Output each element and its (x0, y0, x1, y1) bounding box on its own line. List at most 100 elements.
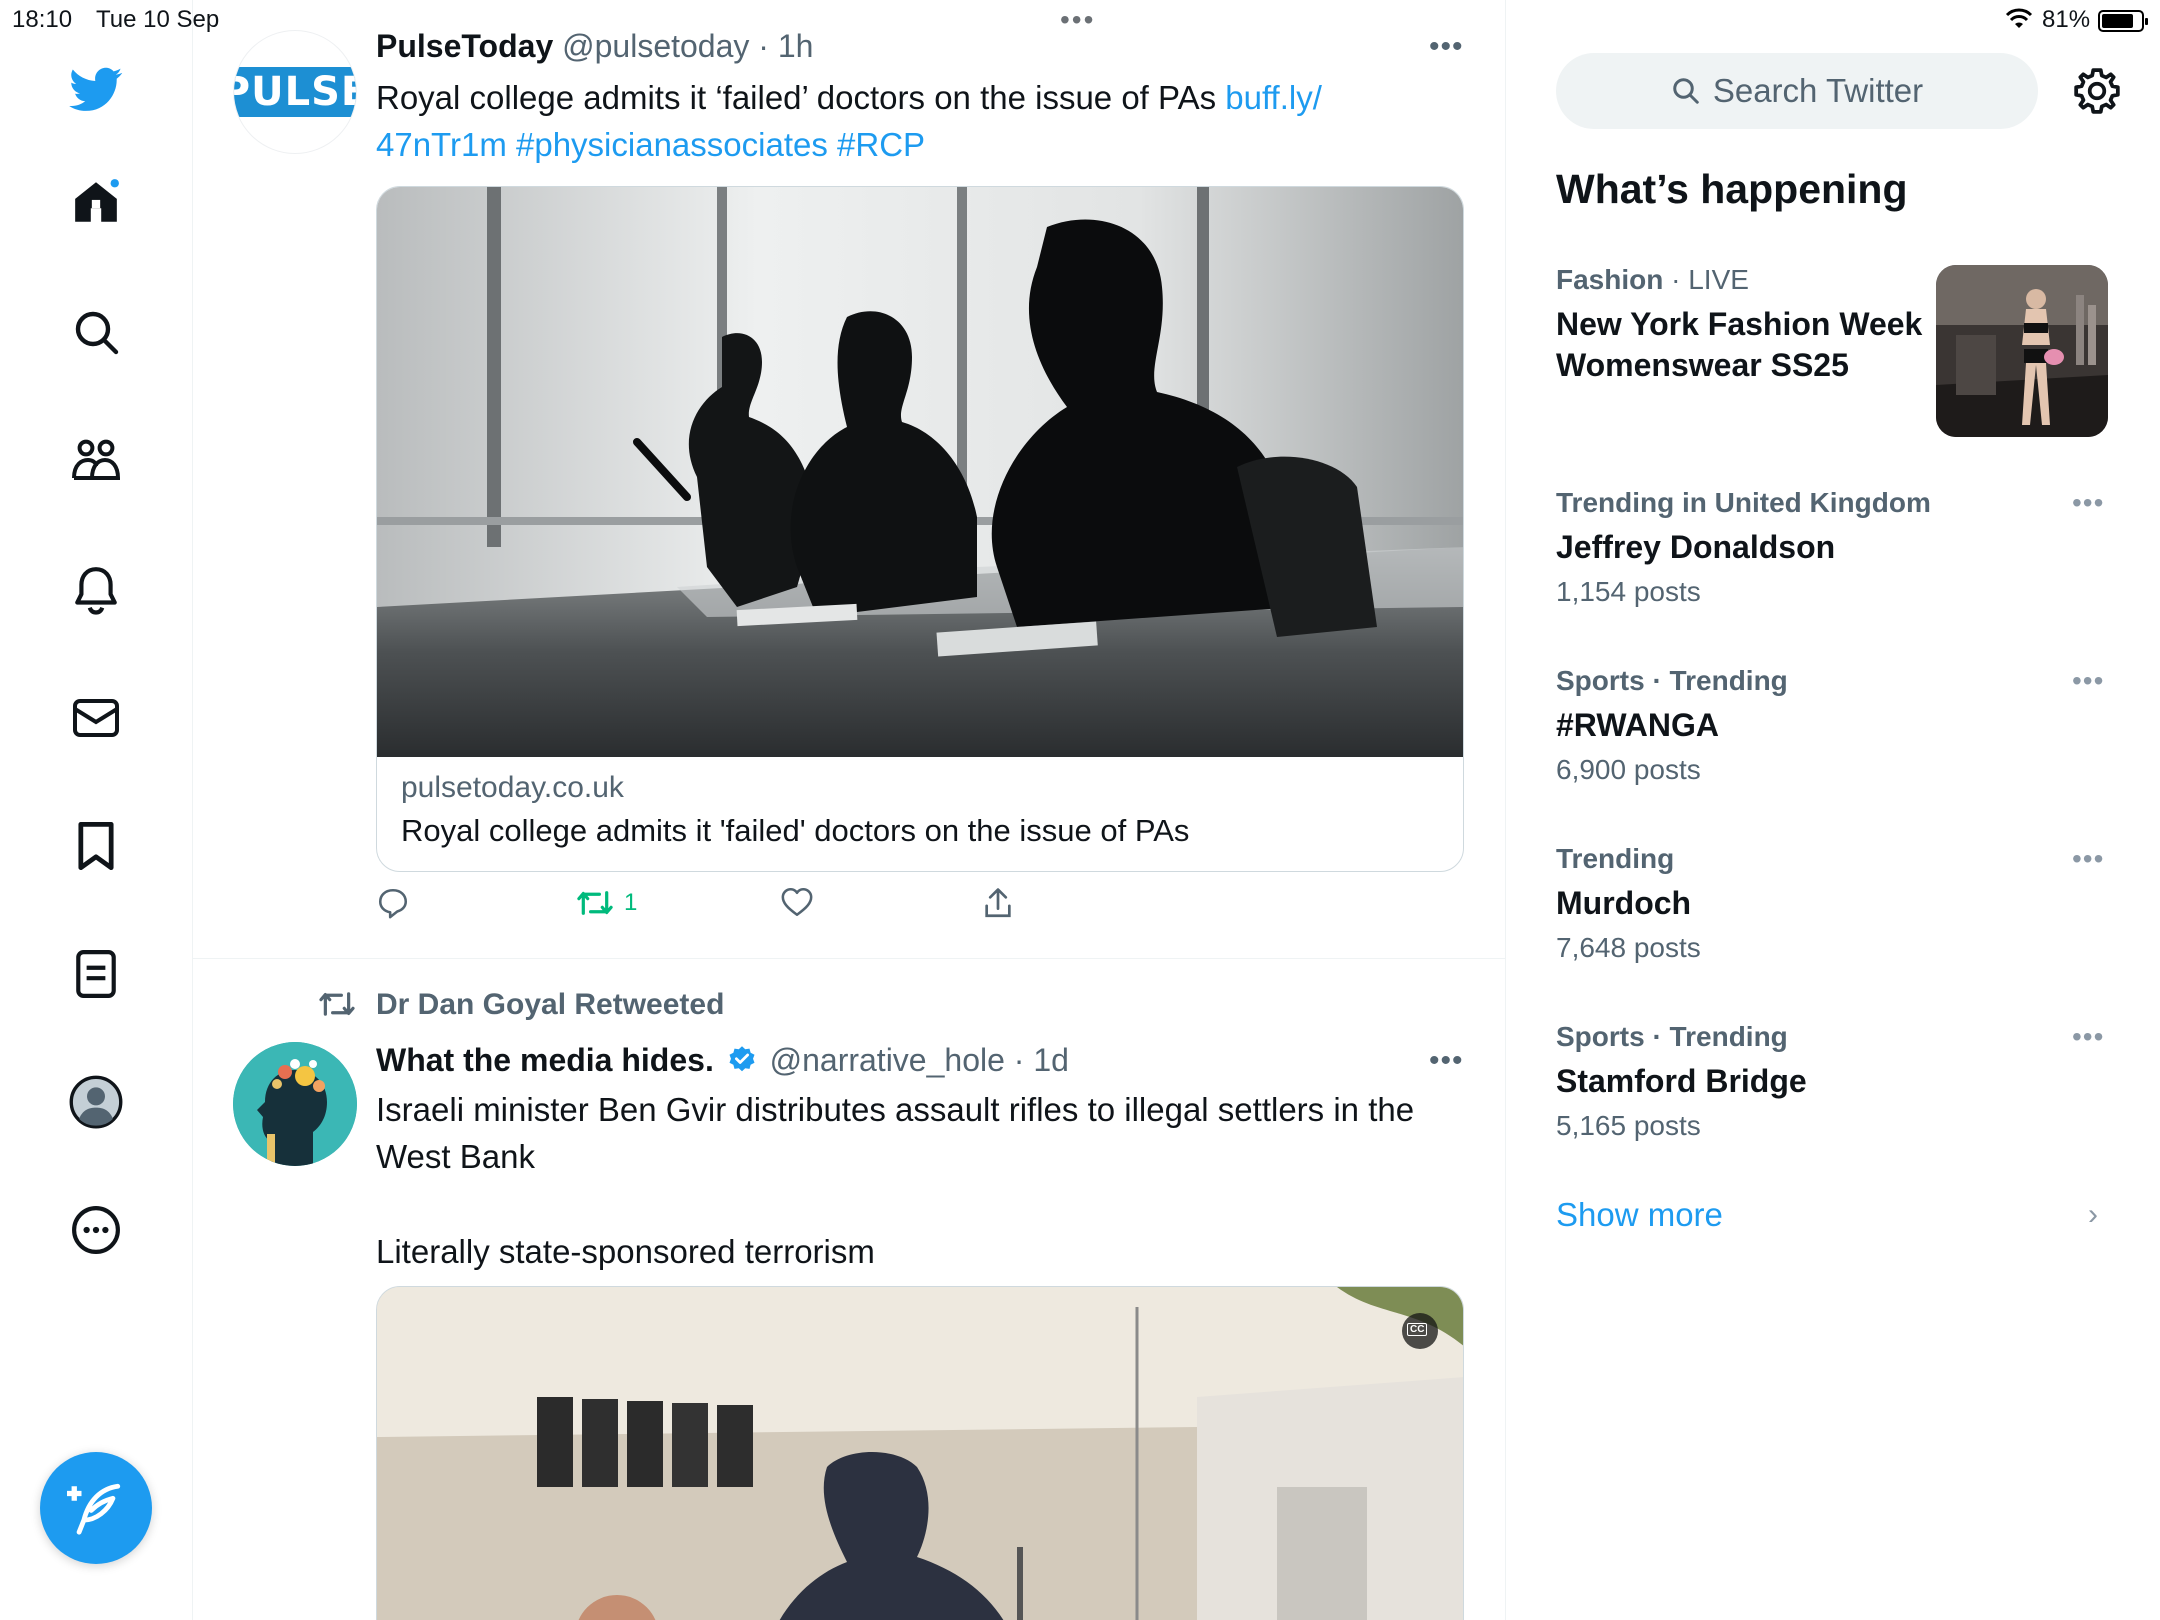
trend-posts: 6,900 posts (1556, 754, 1701, 785)
tweet-actions: 1 (376, 886, 1076, 930)
share-icon (985, 888, 1011, 918)
tweet-text: Royal college admits it ‘failed’ doctors… (376, 74, 1456, 168)
retweeted-icon (317, 988, 357, 1025)
trend-context: Fashion · LIVE (1556, 264, 1926, 296)
nav-communities[interactable] (66, 430, 126, 490)
bookmark-icon (78, 821, 114, 871)
video-thumbnail (377, 1287, 1463, 1620)
search-box[interactable]: Search Twitter (1556, 53, 2038, 129)
tweet-divider (193, 958, 1505, 959)
wifi-icon (2004, 6, 2034, 37)
trend-posts: 1,154 posts (1556, 576, 1701, 607)
twitter-ipad-screen: 18:10 Tue 10 Sep ••• 81% ULS PulseToday … (0, 0, 2160, 1620)
search-icon (75, 311, 119, 355)
nav-home[interactable] (66, 172, 126, 232)
nav-messages[interactable] (66, 688, 126, 748)
link-preview-card[interactable]: pulsetoday.co.uk Royal college admits it… (376, 186, 1464, 872)
status-time: 18:10 (12, 6, 73, 33)
home-timeline[interactable]: PULSE PulseToday @pulsetoday · 1h ••• Ro… (193, 0, 1506, 1620)
twitter-bird-logo-icon[interactable] (66, 60, 126, 120)
retweet-button[interactable]: 1 (576, 886, 637, 920)
trend-context: Trending (1556, 843, 1675, 874)
closed-captions-icon[interactable]: CC (1407, 1323, 1428, 1336)
compose-feather-icon (67, 1483, 121, 1535)
trend-name: Murdoch (1556, 885, 1692, 921)
reply-icon (378, 888, 408, 919)
header-separator: · (1004, 1042, 1034, 1078)
heart-icon (781, 887, 813, 917)
verified-badge-icon (729, 1046, 755, 1072)
search-icon (1673, 78, 1699, 104)
left-navigation (0, 0, 193, 1620)
trend-context: Trending in United Kingdom (1556, 487, 1931, 518)
status-bar: 18:10 Tue 10 Sep ••• 81% (0, 0, 2160, 40)
trend-item-stamford-bridge[interactable]: Sports · Trending Stamford Bridge 5,165 … (1556, 1021, 2116, 1142)
battery-percent: 81% (2042, 6, 2091, 33)
trend-thumbnail[interactable] (1936, 265, 2108, 437)
head-illustration-avatar (233, 1042, 357, 1166)
runway-image (1936, 265, 2108, 437)
reply-button[interactable] (376, 886, 410, 920)
battery-icon (2098, 10, 2148, 32)
tweet-time[interactable]: 1d (1033, 1042, 1069, 1078)
trend-more-icon[interactable]: ••• (2072, 665, 2104, 697)
trend-more-icon[interactable]: ••• (2072, 487, 2104, 519)
tweet-author-avatar[interactable] (233, 1042, 357, 1166)
author-name[interactable]: What the media hides. (376, 1042, 714, 1078)
battery-level (2102, 14, 2133, 28)
bell-icon (75, 567, 117, 615)
trend-more-icon[interactable]: ••• (2072, 843, 2104, 875)
retweeted-by-label[interactable]: Dr Dan Goyal Retweeted (376, 988, 724, 1022)
like-button[interactable] (780, 886, 814, 918)
trend-context: Sports · Trending (1556, 665, 1788, 696)
show-more-link[interactable]: Show more (1556, 1196, 1723, 1234)
more-circle-icon (72, 1206, 120, 1254)
search-placeholder: Search Twitter (1712, 72, 1924, 109)
whats-happening-title: What’s happening (1556, 166, 1908, 212)
trend-more-icon[interactable]: ••• (2072, 1021, 2104, 1053)
card-image (377, 187, 1463, 757)
tweet-header: What the media hides. @narrative_hole · … (376, 1042, 1069, 1079)
trend-item-murdoch[interactable]: Trending Murdoch 7,648 posts (1556, 843, 2116, 964)
share-button[interactable] (982, 886, 1014, 920)
trend-item-fashion[interactable]: Fashion · LIVE New York Fashion Week Wom… (1556, 264, 1926, 386)
nav-bookmarks[interactable] (66, 816, 126, 876)
nav-more[interactable] (66, 1200, 126, 1260)
tweet-text-body: Royal college admits it ‘failed’ doctors… (376, 79, 1226, 116)
nav-explore[interactable] (66, 302, 126, 362)
tweet-pulsetoday[interactable]: PULSE PulseToday @pulsetoday · 1h ••• Ro… (193, 0, 1505, 960)
list-icon (76, 950, 116, 998)
nav-lists[interactable] (66, 944, 126, 1004)
nav-profile[interactable] (66, 1072, 126, 1132)
trend-posts: 5,165 posts (1556, 1110, 1701, 1141)
trend-item-rwanga[interactable]: Sports · Trending #RWANGA 6,900 posts (1556, 665, 2116, 786)
pulse-logo: PULSE (234, 67, 356, 117)
gear-icon (2074, 68, 2120, 114)
avatar-icon (69, 1075, 123, 1129)
tweet-more-icon[interactable]: ••• (1429, 1044, 1464, 1078)
trend-name: Jeffrey Donaldson (1556, 529, 1836, 565)
card-domain: pulsetoday.co.uk (401, 771, 624, 804)
card-title: Royal college admits it 'failed' doctors… (401, 813, 1190, 848)
nav-notifications[interactable] (66, 560, 126, 620)
people-icon (72, 439, 121, 480)
settings-button[interactable] (2072, 66, 2122, 116)
tweet-text-line2: Literally state-sponsored terrorism (376, 1233, 875, 1270)
author-handle[interactable]: @narrative_hole (770, 1042, 1005, 1078)
trend-item-jeffrey-donaldson[interactable]: Trending in United Kingdom Jeffrey Donal… (1556, 487, 2116, 608)
tweet-text-line1: Israeli minister Ben Gvir distributes as… (376, 1091, 1415, 1175)
tweet-narrative-hole[interactable]: Dr Dan Goyal Retweeted What the media hi… (193, 960, 1505, 1620)
status-date: Tue 10 Sep (96, 6, 220, 33)
chevron-right-icon[interactable]: › (2088, 1198, 2098, 1232)
meeting-silhouette-image (377, 187, 1463, 757)
trend-name: #RWANGA (1556, 707, 1719, 743)
retweet-icon (577, 891, 613, 915)
tweet-author-avatar[interactable]: PULSE (233, 30, 357, 154)
right-sidebar: Search Twitter What’s happening Fashion … (1506, 0, 2160, 1620)
compose-tweet-button[interactable] (40, 1452, 152, 1564)
trend-context: Sports · Trending (1556, 1021, 1788, 1052)
video-media[interactable]: CC (376, 1286, 1464, 1620)
multitasking-dots-icon[interactable]: ••• (1060, 4, 1095, 36)
trend-category: Fashion (1556, 264, 1664, 295)
tweet-hashtags[interactable]: #physicianassociates #RCP (507, 126, 925, 163)
